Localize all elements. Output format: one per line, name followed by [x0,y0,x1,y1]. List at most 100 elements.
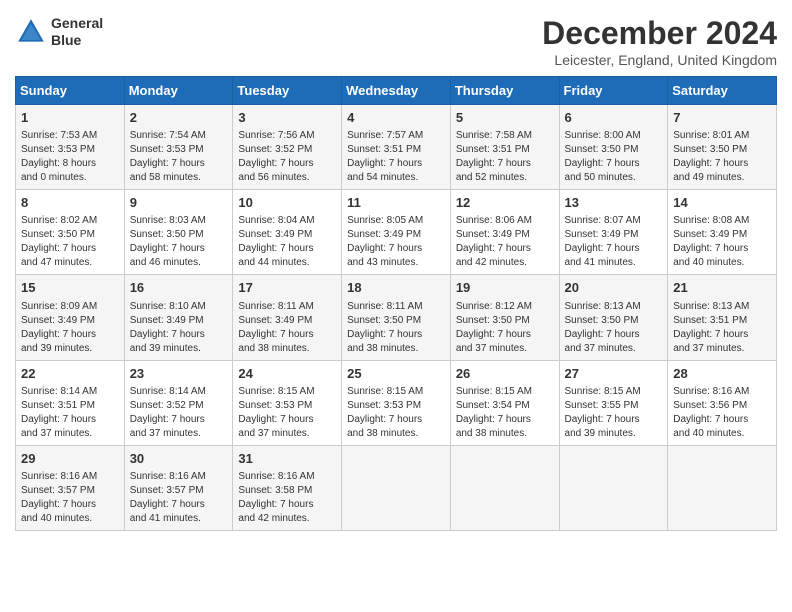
day-info: Sunrise: 8:15 AM Sunset: 3:55 PM Dayligh… [565,385,663,441]
calendar-cell: 6 Sunrise: 8:00 AM Sunset: 3:50 PM Daylig… [559,105,668,190]
day-number: 27 [565,365,663,383]
day-header-thursday: Thursday [450,77,559,105]
day-info: Sunrise: 8:11 AM Sunset: 3:50 PM Dayligh… [347,300,445,356]
calendar-cell: 20 Sunrise: 8:13 AM Sunset: 3:50 PM Dayli… [559,275,668,360]
calendar-cell: 17 Sunrise: 8:11 AM Sunset: 3:49 PM Dayli… [233,275,342,360]
day-info: Sunrise: 8:16 AM Sunset: 3:56 PM Dayligh… [673,385,771,441]
calendar-cell: 24 Sunrise: 8:15 AM Sunset: 3:53 PM Dayli… [233,360,342,445]
calendar-cell: 15 Sunrise: 8:09 AM Sunset: 3:49 PM Dayli… [16,275,125,360]
day-header-friday: Friday [559,77,668,105]
calendar-cell: 29 Sunrise: 8:16 AM Sunset: 3:57 PM Dayli… [16,445,125,530]
day-number: 22 [21,365,119,383]
calendar-cell: 4 Sunrise: 7:57 AM Sunset: 3:51 PM Daylig… [342,105,451,190]
calendar-cell [450,445,559,530]
calendar-cell: 25 Sunrise: 8:15 AM Sunset: 3:53 PM Dayli… [342,360,451,445]
day-info: Sunrise: 8:15 AM Sunset: 3:53 PM Dayligh… [347,385,445,441]
calendar-cell: 7Sunrise: 8:01 AM Sunset: 3:50 PM Daylig… [668,105,777,190]
day-info: Sunrise: 8:06 AM Sunset: 3:49 PM Dayligh… [456,214,554,270]
day-info: Sunrise: 8:16 AM Sunset: 3:57 PM Dayligh… [130,470,228,526]
day-number: 11 [347,194,445,212]
day-info: Sunrise: 8:16 AM Sunset: 3:57 PM Dayligh… [21,470,119,526]
day-number: 21 [673,279,771,297]
calendar-cell: 26Sunrise: 8:15 AM Sunset: 3:54 PM Dayli… [450,360,559,445]
day-number: 29 [21,450,119,468]
calendar-cell: 30 Sunrise: 8:16 AM Sunset: 3:57 PM Dayli… [124,445,233,530]
calendar-cell: 19 Sunrise: 8:12 AM Sunset: 3:50 PM Dayli… [450,275,559,360]
day-number: 2 [130,109,228,127]
day-info: Sunrise: 8:03 AM Sunset: 3:50 PM Dayligh… [130,214,228,270]
day-info: Sunrise: 8:10 AM Sunset: 3:49 PM Dayligh… [130,300,228,356]
day-header-sunday: Sunday [16,77,125,105]
day-number: 28 [673,365,771,383]
day-number: 14 [673,194,771,212]
calendar-cell: 10Sunrise: 8:04 AM Sunset: 3:49 PM Dayli… [233,190,342,275]
day-number: 1 [21,109,119,127]
calendar-cell [668,445,777,530]
day-info: Sunrise: 8:09 AM Sunset: 3:49 PM Dayligh… [21,300,119,356]
calendar-cell: 2 Sunrise: 7:54 AM Sunset: 3:53 PM Daylig… [124,105,233,190]
day-number: 24 [238,365,336,383]
logo: General Blue [15,15,103,49]
day-info: Sunrise: 7:57 AM Sunset: 3:51 PM Dayligh… [347,129,445,185]
calendar: SundayMondayTuesdayWednesdayThursdayFrid… [15,76,777,531]
location: Leicester, England, United Kingdom [542,52,777,68]
day-header-wednesday: Wednesday [342,77,451,105]
day-number: 23 [130,365,228,383]
calendar-cell: 5 Sunrise: 7:58 AM Sunset: 3:51 PM Daylig… [450,105,559,190]
calendar-cell: 22 Sunrise: 8:14 AM Sunset: 3:51 PM Dayli… [16,360,125,445]
day-info: Sunrise: 8:00 AM Sunset: 3:50 PM Dayligh… [565,129,663,185]
day-info: Sunrise: 7:54 AM Sunset: 3:53 PM Dayligh… [130,129,228,185]
calendar-week-5: 29 Sunrise: 8:16 AM Sunset: 3:57 PM Dayli… [16,445,777,530]
calendar-cell: 23Sunrise: 8:14 AM Sunset: 3:52 PM Dayli… [124,360,233,445]
calendar-cell: 9 Sunrise: 8:03 AM Sunset: 3:50 PM Daylig… [124,190,233,275]
day-number: 17 [238,279,336,297]
day-number: 4 [347,109,445,127]
day-number: 25 [347,365,445,383]
day-number: 3 [238,109,336,127]
day-header-tuesday: Tuesday [233,77,342,105]
day-number: 19 [456,279,554,297]
day-info: Sunrise: 7:58 AM Sunset: 3:51 PM Dayligh… [456,129,554,185]
calendar-cell: 3Sunrise: 7:56 AM Sunset: 3:52 PM Daylig… [233,105,342,190]
month-title: December 2024 [542,15,777,52]
day-info: Sunrise: 8:14 AM Sunset: 3:51 PM Dayligh… [21,385,119,441]
title-block: December 2024 Leicester, England, United… [542,15,777,68]
calendar-cell: 13Sunrise: 8:07 AM Sunset: 3:49 PM Dayli… [559,190,668,275]
calendar-cell: 11 Sunrise: 8:05 AM Sunset: 3:49 PM Dayli… [342,190,451,275]
day-info: Sunrise: 8:02 AM Sunset: 3:50 PM Dayligh… [21,214,119,270]
day-info: Sunrise: 8:01 AM Sunset: 3:50 PM Dayligh… [673,129,771,185]
calendar-cell [559,445,668,530]
day-number: 15 [21,279,119,297]
day-info: Sunrise: 8:12 AM Sunset: 3:50 PM Dayligh… [456,300,554,356]
day-number: 30 [130,450,228,468]
calendar-cell: 12 Sunrise: 8:06 AM Sunset: 3:49 PM Dayli… [450,190,559,275]
calendar-cell: 31Sunrise: 8:16 AM Sunset: 3:58 PM Dayli… [233,445,342,530]
day-info: Sunrise: 8:13 AM Sunset: 3:51 PM Dayligh… [673,300,771,356]
day-number: 18 [347,279,445,297]
day-info: Sunrise: 8:13 AM Sunset: 3:50 PM Dayligh… [565,300,663,356]
logo-icon [15,16,47,48]
calendar-cell: 28 Sunrise: 8:16 AM Sunset: 3:56 PM Dayli… [668,360,777,445]
calendar-header-row: SundayMondayTuesdayWednesdayThursdayFrid… [16,77,777,105]
day-number: 20 [565,279,663,297]
day-number: 12 [456,194,554,212]
day-number: 6 [565,109,663,127]
calendar-cell: 14 Sunrise: 8:08 AM Sunset: 3:49 PM Dayli… [668,190,777,275]
day-info: Sunrise: 8:11 AM Sunset: 3:49 PM Dayligh… [238,300,336,356]
day-info: Sunrise: 8:08 AM Sunset: 3:49 PM Dayligh… [673,214,771,270]
calendar-cell: 8Sunrise: 8:02 AM Sunset: 3:50 PM Daylig… [16,190,125,275]
calendar-week-1: 1Sunrise: 7:53 AM Sunset: 3:53 PM Daylig… [16,105,777,190]
calendar-week-2: 8Sunrise: 8:02 AM Sunset: 3:50 PM Daylig… [16,190,777,275]
page-header: General Blue December 2024 Leicester, En… [15,15,777,68]
day-info: Sunrise: 8:16 AM Sunset: 3:58 PM Dayligh… [238,470,336,526]
day-info: Sunrise: 8:05 AM Sunset: 3:49 PM Dayligh… [347,214,445,270]
day-number: 5 [456,109,554,127]
calendar-cell: 16 Sunrise: 8:10 AM Sunset: 3:49 PM Dayli… [124,275,233,360]
calendar-cell: 27 Sunrise: 8:15 AM Sunset: 3:55 PM Dayli… [559,360,668,445]
day-number: 9 [130,194,228,212]
day-info: Sunrise: 8:04 AM Sunset: 3:49 PM Dayligh… [238,214,336,270]
logo-line1: General [51,15,103,32]
day-info: Sunrise: 8:15 AM Sunset: 3:53 PM Dayligh… [238,385,336,441]
day-number: 16 [130,279,228,297]
day-header-saturday: Saturday [668,77,777,105]
